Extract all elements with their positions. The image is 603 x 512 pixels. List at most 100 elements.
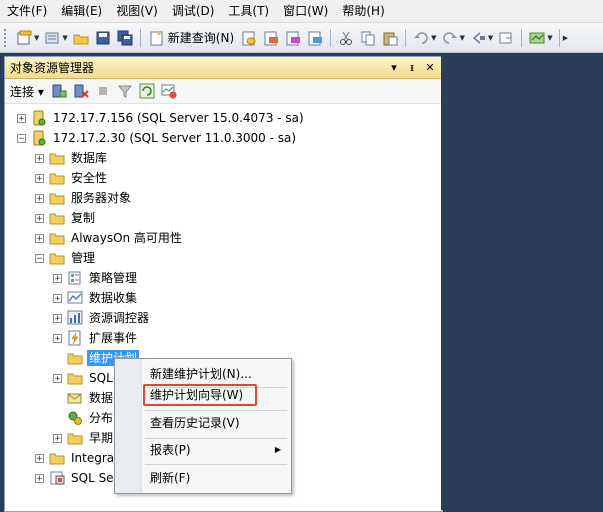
tree-node[interactable]: + 策略管理 [53, 268, 139, 288]
navigate-forward-icon[interactable] [497, 29, 515, 47]
tree-node[interactable]: + 扩展事件 [53, 328, 139, 348]
tree-node[interactable]: + 复制 [35, 208, 97, 228]
tree-node-label[interactable]: 数据收集 [87, 290, 139, 306]
expand-icon[interactable]: + [53, 273, 62, 283]
connect-server-icon[interactable] [51, 83, 67, 99]
tree-node-label[interactable]: 扩展事件 [87, 330, 139, 346]
menu-file[interactable]: 文件(F) [0, 0, 54, 22]
menu-item-refresh[interactable]: 刷新(F) [150, 468, 190, 488]
registered-servers-icon[interactable] [528, 29, 546, 47]
analysis-dmx-query-icon[interactable] [284, 29, 302, 47]
toolbar-overflow-icon[interactable]: ▶ [563, 34, 568, 42]
new-project-icon[interactable] [15, 29, 33, 47]
navigate-back-dropdown-icon[interactable]: ▼ [488, 34, 493, 42]
tree-node[interactable]: + 数据收集 [53, 288, 139, 308]
menu-window[interactable]: 窗口(W) [276, 0, 335, 22]
tree-node-label[interactable]: 172.17.7.156 (SQL Server 15.0.4073 - sa) [51, 110, 306, 126]
menu-item-new-maintenance-plan[interactable]: 新建维护计划(N)... [150, 364, 252, 384]
redo-icon[interactable] [441, 29, 459, 47]
tree-node[interactable]: + SQL [53, 368, 115, 388]
analysis-mdx-query-icon[interactable] [262, 29, 280, 47]
auto-hide-pin-icon[interactable]: ᵻ [405, 61, 419, 74]
tree-node[interactable]: + AlwaysOn 高可用性 [35, 228, 184, 248]
tree-node[interactable]: + 服务器对象 [35, 188, 133, 208]
navigate-back-icon[interactable] [469, 29, 487, 47]
tree-node-label[interactable]: SQL Ser [69, 470, 121, 486]
collapse-icon[interactable]: − [35, 253, 44, 263]
tree-node[interactable]: + 数据库 [35, 148, 109, 168]
refresh-icon[interactable] [139, 83, 155, 99]
expand-icon[interactable]: + [53, 373, 62, 383]
connect-dropdown-button[interactable]: 连接 ▾ [10, 83, 44, 100]
tree-node-label[interactable]: 安全性 [69, 170, 109, 186]
menu-view[interactable]: 视图(V) [109, 0, 165, 22]
new-query-button[interactable]: 新建查询(N) [149, 29, 234, 46]
paste-icon[interactable] [381, 29, 399, 47]
menu-tools[interactable]: 工具(T) [221, 0, 276, 22]
tree-node[interactable]: + 早期 [53, 428, 115, 448]
expand-icon[interactable]: + [53, 313, 62, 323]
expand-icon[interactable]: + [53, 293, 62, 303]
menu-help[interactable]: 帮助(H) [335, 0, 391, 22]
expand-icon[interactable]: + [35, 233, 44, 243]
redo-dropdown-icon[interactable]: ▼ [460, 34, 465, 42]
expand-icon[interactable]: + [35, 193, 44, 203]
context-menu: 新建维护计划(N)... 维护计划向导(W) 查看历史记录(V) 报表(P) ▶… [114, 358, 292, 494]
tree-node-label[interactable]: 资源调控器 [87, 310, 151, 326]
expand-icon[interactable]: + [35, 173, 44, 183]
folder-icon [67, 370, 83, 386]
expand-icon[interactable]: + [35, 453, 44, 463]
undo-icon[interactable] [412, 29, 430, 47]
open-folder-icon[interactable] [72, 29, 90, 47]
add-item-dropdown-icon[interactable]: ▼ [62, 34, 67, 42]
analysis-xmla-query-icon[interactable] [306, 29, 324, 47]
tree-node[interactable]: 数据 [53, 388, 115, 408]
tree-node[interactable]: + 安全性 [35, 168, 109, 188]
tree-node[interactable]: − 172.17.2.30 (SQL Server 11.0.3000 - sa) [17, 128, 298, 148]
cut-icon[interactable] [337, 29, 355, 47]
tree-node-label[interactable]: SQL [87, 370, 115, 386]
undo-dropdown-icon[interactable]: ▼ [431, 34, 436, 42]
menu-item-view-history[interactable]: 查看历史记录(V) [150, 413, 240, 433]
close-icon[interactable]: ✕ [423, 61, 437, 74]
tree-node-label[interactable]: 复制 [69, 210, 97, 226]
new-project-dropdown-icon[interactable]: ▼ [34, 34, 39, 42]
tree-node[interactable]: − 管理 [35, 248, 97, 268]
menu-edit[interactable]: 编辑(E) [54, 0, 109, 22]
tree-node-label[interactable]: 数据库 [69, 150, 109, 166]
filter-icon[interactable] [117, 83, 133, 99]
expand-icon[interactable]: + [53, 333, 62, 343]
tree-node[interactable]: 分布 [53, 408, 115, 428]
database-engine-query-icon[interactable] [240, 29, 258, 47]
tree-node[interactable]: + SQL Ser [35, 468, 121, 488]
menu-debug[interactable]: 调试(D) [165, 0, 222, 22]
expand-icon[interactable]: + [17, 113, 26, 123]
window-position-dropdown-icon[interactable]: ▾ [387, 61, 401, 74]
tree-node-label[interactable]: 分布 [87, 410, 115, 426]
menu-item-reports[interactable]: 报表(P) [150, 440, 280, 460]
expand-icon[interactable]: + [53, 433, 62, 443]
tree-node[interactable]: + Integrat [35, 448, 121, 468]
collapse-icon[interactable]: − [17, 133, 26, 143]
tree-node-label[interactable]: 服务器对象 [69, 190, 133, 206]
copy-icon[interactable] [359, 29, 377, 47]
tree-node-label[interactable]: 数据 [87, 390, 115, 406]
tree-node-label[interactable]: 早期 [87, 430, 115, 446]
save-icon[interactable] [94, 29, 112, 47]
tree-node-label[interactable]: 管理 [69, 250, 97, 266]
tree-node-label[interactable]: AlwaysOn 高可用性 [69, 230, 184, 246]
tree-node-label[interactable]: 策略管理 [87, 270, 139, 286]
save-all-icon[interactable] [116, 29, 134, 47]
activity-monitor-icon[interactable] [161, 83, 177, 99]
disconnect-server-icon[interactable] [73, 83, 89, 99]
stop-icon[interactable] [95, 83, 111, 99]
expand-icon[interactable]: + [35, 213, 44, 223]
toolbar-grip[interactable] [4, 28, 9, 47]
tree-node[interactable]: +172.17.7.156 (SQL Server 15.0.4073 - sa… [17, 108, 306, 128]
registered-servers-dropdown-icon[interactable]: ▼ [547, 34, 552, 42]
tree-node-label[interactable]: 172.17.2.30 (SQL Server 11.0.3000 - sa) [51, 130, 298, 146]
add-item-icon[interactable] [43, 29, 61, 47]
expand-icon[interactable]: + [35, 473, 44, 483]
expand-icon[interactable]: + [35, 153, 44, 163]
tree-node[interactable]: + 资源调控器 [53, 308, 151, 328]
